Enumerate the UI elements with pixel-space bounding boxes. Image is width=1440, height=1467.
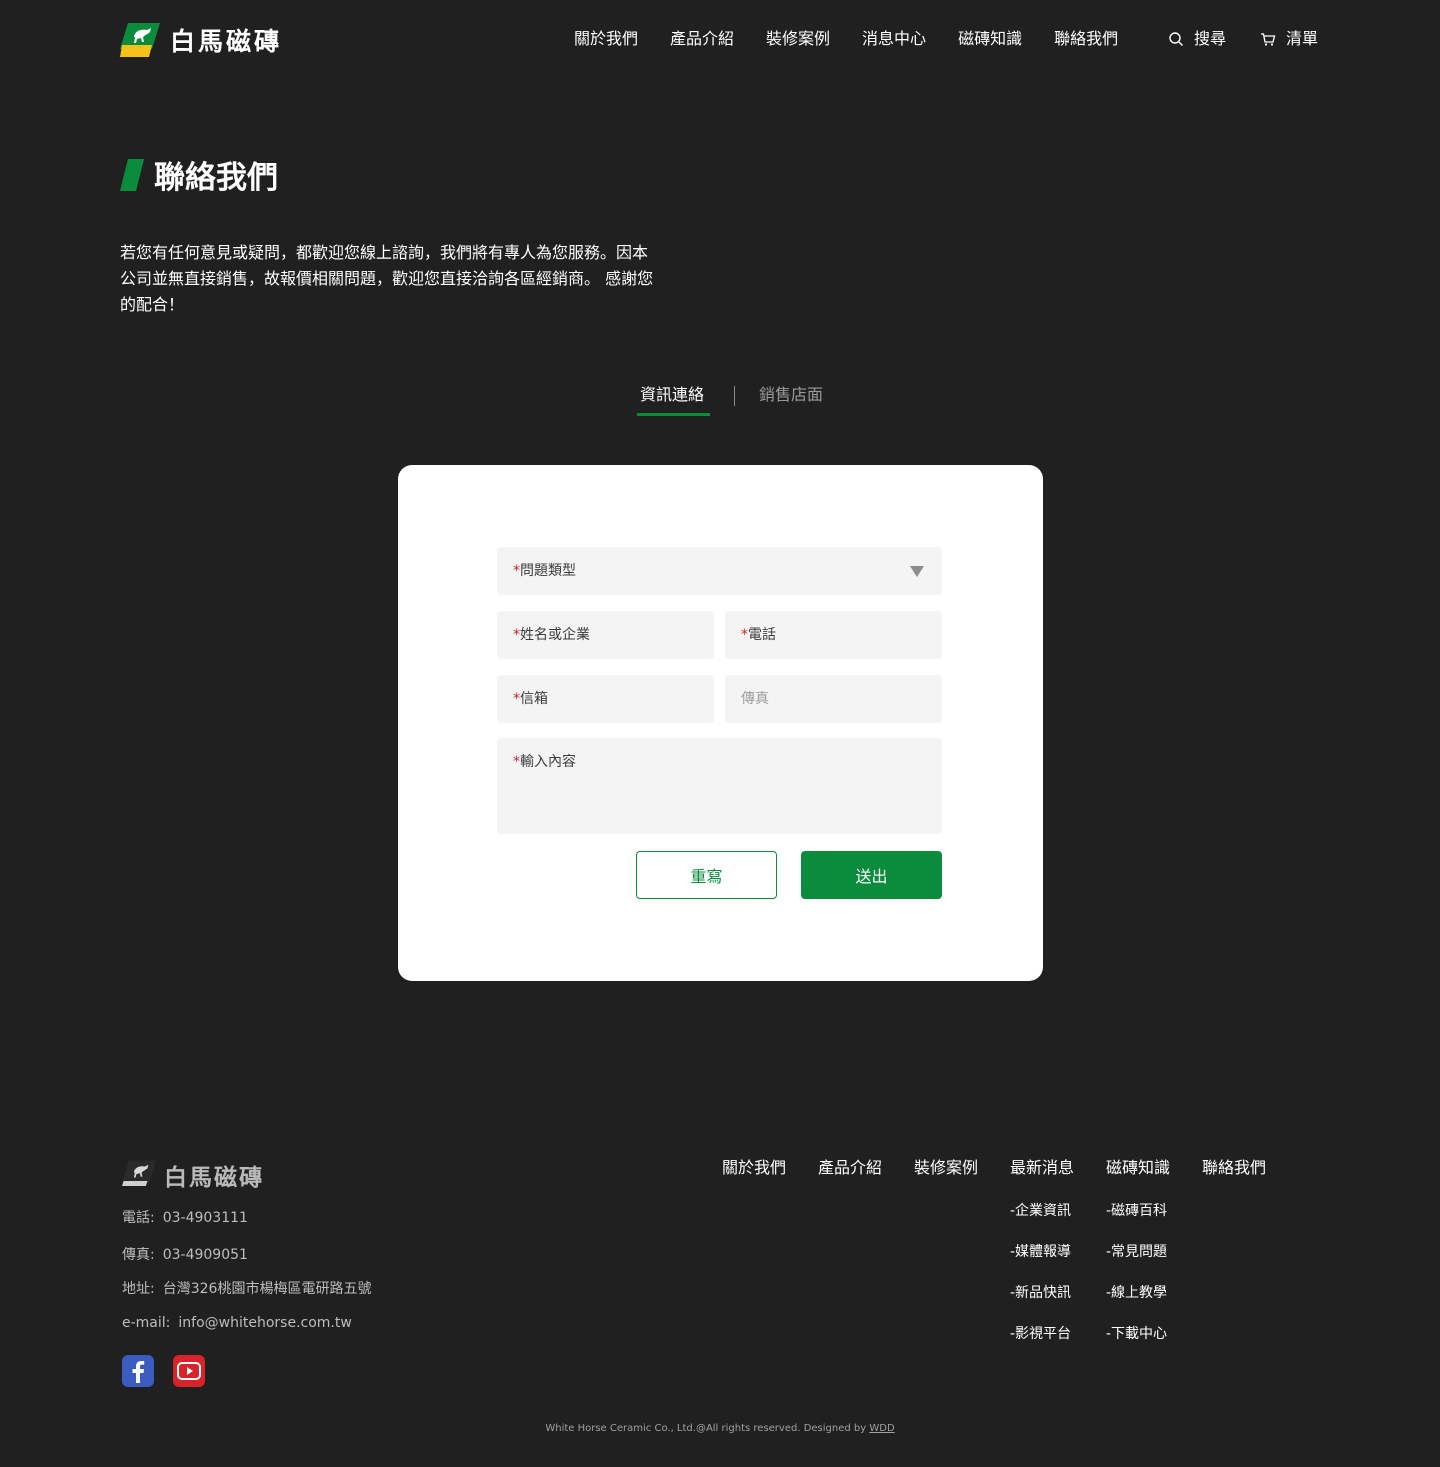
phone-value: 03-4903111 xyxy=(162,1210,248,1226)
message-placeholder: 輸入內容 xyxy=(520,754,576,770)
footer-nav-news[interactable]: 最新消息 xyxy=(1010,1157,1074,1179)
footer-nav-products[interactable]: 產品介紹 xyxy=(818,1157,882,1179)
address-value: 台灣326桃園市楊梅區電研路五號 xyxy=(162,1281,372,1297)
email-value[interactable]: info@whitehorse.com.tw xyxy=(178,1315,351,1331)
tab-stores[interactable]: 銷售店面 xyxy=(759,383,823,407)
contact-form-card: *問題類型 *姓名或企業 *電話 *信箱 傳真 *輸入內容 重寫 送出 xyxy=(398,465,1043,981)
footer-brand-name: 白馬磁磚 xyxy=(164,1165,264,1191)
footer-sub-video[interactable]: -影視平台 xyxy=(1010,1324,1071,1344)
tab-divider xyxy=(734,386,735,406)
title-accent-bar-icon xyxy=(120,158,144,191)
designer-link[interactable]: WDD xyxy=(869,1423,894,1434)
required-mark: * xyxy=(513,691,520,707)
address-label: 地址: xyxy=(122,1281,155,1297)
nav-contact[interactable]: 聯絡我們 xyxy=(1054,28,1118,50)
fax-field[interactable]: 傳真 xyxy=(725,675,942,723)
reset-button[interactable]: 重寫 xyxy=(636,851,777,899)
required-mark: * xyxy=(513,627,520,643)
footer-fax: 傳真: 03-4909051 xyxy=(122,1245,248,1265)
search-button[interactable]: 搜尋 xyxy=(1168,28,1226,50)
nav-news[interactable]: 消息中心 xyxy=(862,28,926,50)
fax-placeholder: 傳真 xyxy=(741,691,769,707)
name-field[interactable]: *姓名或企業 xyxy=(497,611,714,659)
copyright-text: White Horse Ceramic Co., Ltd.@All rights… xyxy=(545,1423,867,1434)
active-tab-indicator xyxy=(637,413,710,416)
brand-logo-link[interactable]: 白馬磁磚 xyxy=(120,22,282,58)
footer-sub-tutorial[interactable]: -線上教學 xyxy=(1106,1283,1167,1303)
search-icon xyxy=(1169,32,1183,46)
name-placeholder: 姓名或企業 xyxy=(520,627,590,643)
question-type-placeholder: 問題類型 xyxy=(520,563,576,579)
footer-nav-cases[interactable]: 裝修案例 xyxy=(914,1157,978,1179)
footer-sub-new-products[interactable]: -新品快訊 xyxy=(1010,1283,1071,1303)
footer-sub-company-info[interactable]: -企業資訊 xyxy=(1010,1201,1071,1221)
footer-logo[interactable]: 白馬磁磚 xyxy=(122,1158,264,1192)
dropdown-arrow-icon xyxy=(910,566,924,577)
footer-email: e-mail: info@whitehorse.com.tw xyxy=(122,1313,352,1333)
phone-placeholder: 電話 xyxy=(748,627,776,643)
search-label: 搜尋 xyxy=(1194,29,1227,48)
nav-cases[interactable]: 裝修案例 xyxy=(766,28,830,50)
required-mark: * xyxy=(741,627,748,643)
main-nav: 關於我們 產品介紹 裝修案例 消息中心 磁磚知識 聯絡我們 xyxy=(574,28,1150,50)
youtube-icon xyxy=(177,1362,201,1380)
youtube-link[interactable] xyxy=(173,1355,205,1387)
message-textarea[interactable]: *輸入內容 xyxy=(497,738,942,834)
question-type-select[interactable]: *問題類型 xyxy=(497,547,942,595)
tab-contact-info[interactable]: 資訊連絡 xyxy=(640,383,704,407)
cart-button[interactable]: 清單 xyxy=(1260,28,1318,50)
footer-phone: 電話: 03-4903111 xyxy=(122,1208,248,1228)
email-placeholder: 信箱 xyxy=(520,691,548,707)
nav-knowledge[interactable]: 磁磚知識 xyxy=(958,28,1022,50)
footer-sub-media[interactable]: -媒體報導 xyxy=(1010,1242,1071,1262)
submit-button[interactable]: 送出 xyxy=(801,851,942,899)
page-title-text: 聯絡我們 xyxy=(154,160,278,196)
facebook-icon xyxy=(132,1361,145,1383)
fax-label: 傳真: xyxy=(122,1247,155,1263)
footer-sub-download[interactable]: -下載中心 xyxy=(1106,1324,1167,1344)
required-mark: * xyxy=(513,754,520,770)
header-tools: 搜尋 清單 xyxy=(1168,28,1318,50)
intro-text: 若您有任何意見或疑問，都歡迎您線上諮詢，我們將有專人為您服務。因本公司並無直接銷… xyxy=(120,243,654,314)
email-label: e-mail: xyxy=(122,1315,171,1331)
footer-white-horse-logo-icon xyxy=(122,1160,156,1187)
footer-address: 地址: 台灣326桃園市楊梅區電研路五號 xyxy=(122,1279,371,1299)
required-mark: * xyxy=(513,563,520,579)
footer-nav-about[interactable]: 關於我們 xyxy=(722,1157,786,1179)
footer-sub-faq[interactable]: -常見問題 xyxy=(1106,1242,1167,1262)
email-field[interactable]: *信箱 xyxy=(497,675,714,723)
cart-label: 清單 xyxy=(1286,29,1319,48)
fax-value: 03-4909051 xyxy=(162,1247,248,1263)
footer-nav-knowledge[interactable]: 磁磚知識 xyxy=(1106,1157,1170,1179)
white-horse-logo-icon xyxy=(120,23,160,57)
nav-about[interactable]: 關於我們 xyxy=(574,28,638,50)
cart-icon xyxy=(1261,33,1276,46)
brand-name: 白馬磁磚 xyxy=(170,27,283,56)
footer-sub-encyclopedia[interactable]: -磁磚百科 xyxy=(1106,1201,1167,1221)
site-header: 白馬磁磚 關於我們 產品介紹 裝修案例 消息中心 磁磚知識 聯絡我們 搜尋 清單 xyxy=(0,0,1440,80)
nav-products[interactable]: 產品介紹 xyxy=(670,28,734,50)
page-title: 聯絡我們 xyxy=(120,152,278,197)
phone-field[interactable]: *電話 xyxy=(725,611,942,659)
facebook-link[interactable] xyxy=(122,1355,154,1387)
phone-label: 電話: xyxy=(122,1210,155,1226)
footer-nav-contact[interactable]: 聯絡我們 xyxy=(1202,1157,1266,1179)
copyright: White Horse Ceramic Co., Ltd.@All rights… xyxy=(0,1423,1440,1434)
